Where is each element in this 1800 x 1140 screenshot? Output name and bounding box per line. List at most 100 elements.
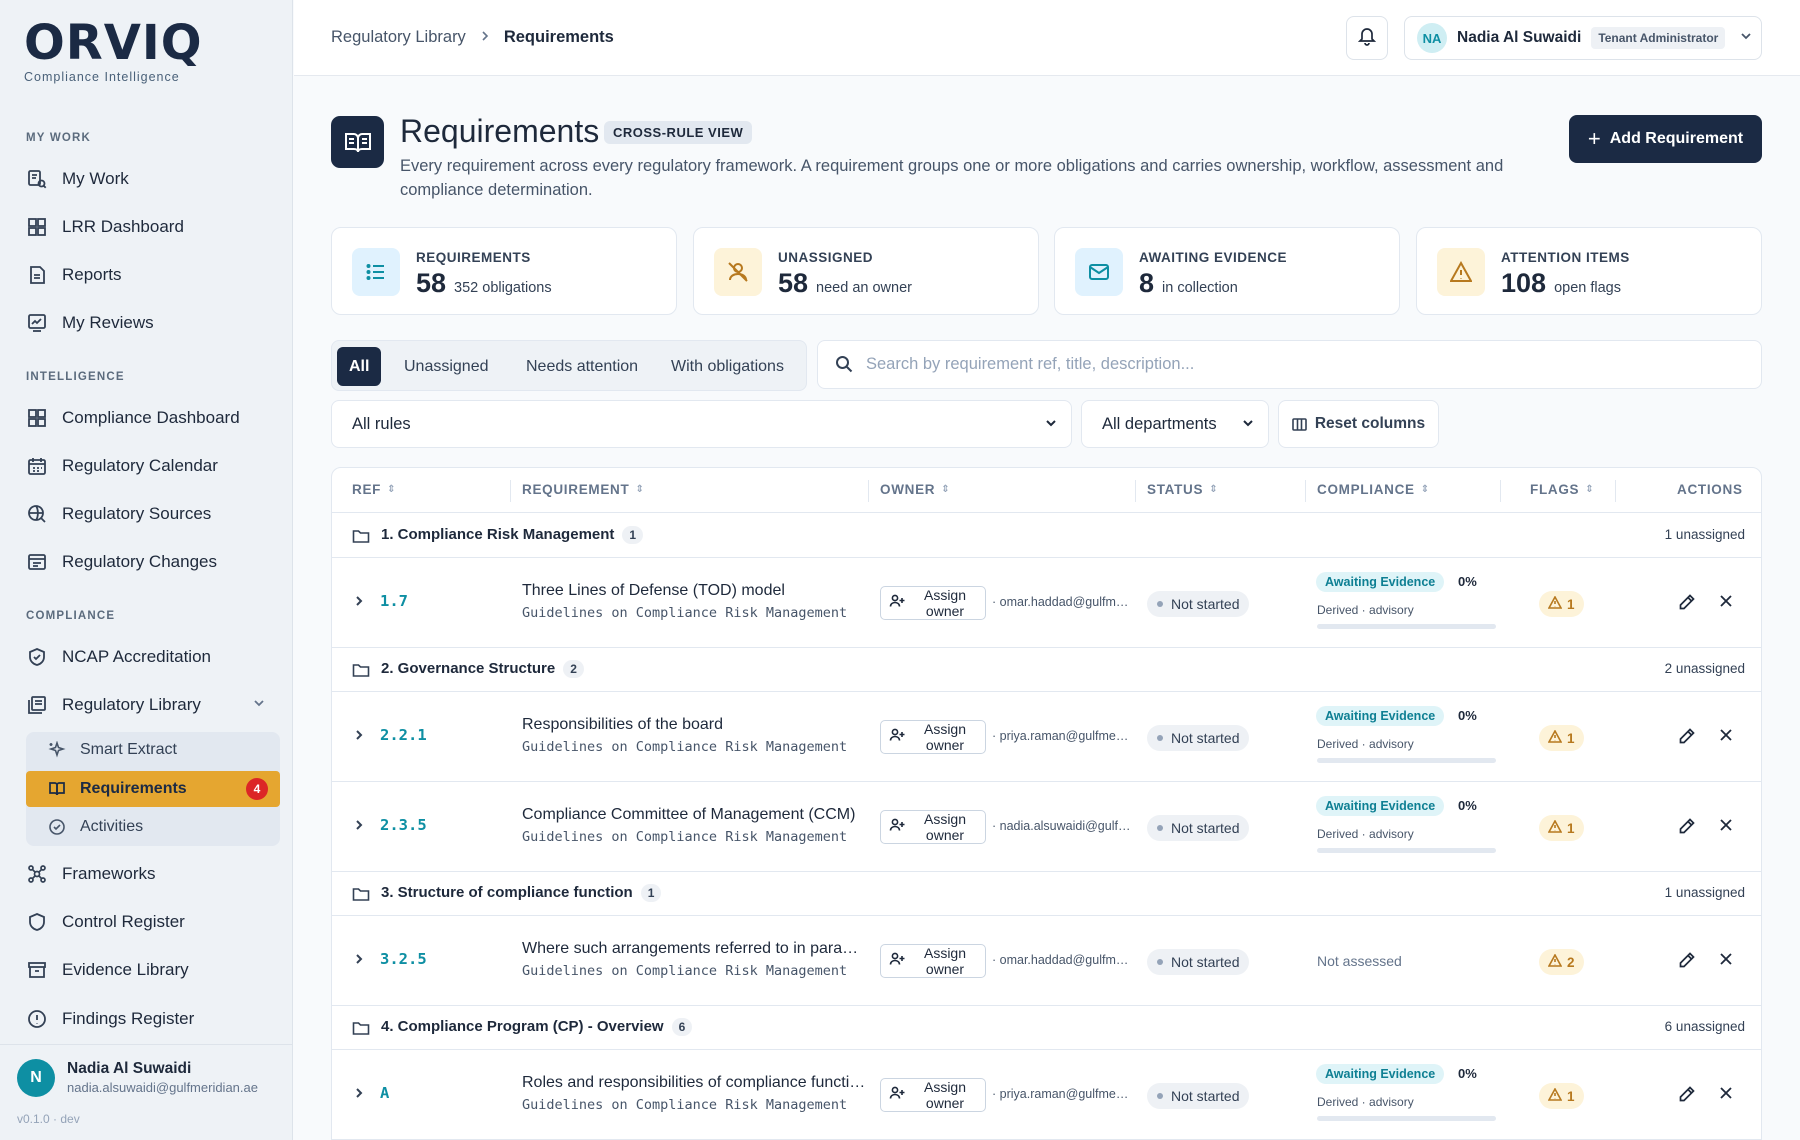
sidebar-subitem-requirements[interactable]: Requirements 4 bbox=[26, 771, 280, 807]
chevron-right-icon[interactable] bbox=[354, 728, 364, 747]
sidebar-item-control-register[interactable]: Control Register bbox=[26, 904, 276, 940]
flags-badge[interactable]: 2 bbox=[1539, 949, 1584, 975]
sidebar-item-reports[interactable]: Reports bbox=[26, 257, 276, 293]
chevron-right-icon[interactable] bbox=[354, 818, 364, 837]
edit-icon[interactable] bbox=[1678, 593, 1696, 616]
compliance-progress bbox=[1317, 624, 1496, 629]
edit-icon[interactable] bbox=[1678, 817, 1696, 840]
requirement-title[interactable]: Roles and responsibilities of compliance… bbox=[522, 1074, 867, 1092]
reset-columns-button[interactable]: Reset columns bbox=[1278, 400, 1439, 448]
chevron-down-icon[interactable] bbox=[252, 696, 266, 715]
sidebar-item-regulatory-library[interactable]: Regulatory Library bbox=[26, 687, 276, 723]
sidebar-item-my-reviews[interactable]: My Reviews bbox=[26, 305, 276, 341]
page-title: Requirements bbox=[400, 113, 600, 149]
flags-badge[interactable]: 1 bbox=[1539, 1083, 1584, 1109]
stat-card-unassigned[interactable]: UNASSIGNED 58 need an owner bbox=[693, 227, 1039, 315]
flags-badge[interactable]: 1 bbox=[1539, 815, 1584, 841]
flags-badge[interactable]: 1 bbox=[1539, 591, 1584, 617]
stat-card-requirements[interactable]: REQUIREMENTS 58 352 obligations bbox=[331, 227, 677, 315]
table-row[interactable]: 2.3.5 Compliance Committee of Management … bbox=[332, 782, 1761, 872]
tab-all[interactable]: All bbox=[337, 347, 382, 386]
column-flags[interactable]: FLAGS ⇕ bbox=[1530, 482, 1594, 497]
stat-card-attention-items[interactable]: ATTENTION ITEMS 108 open flags bbox=[1416, 227, 1762, 315]
assign-owner-button[interactable]: Assign owner bbox=[880, 720, 986, 754]
status-badge: Not started bbox=[1147, 725, 1250, 751]
sidebar-item-compliance-dashboard[interactable]: Compliance Dashboard bbox=[26, 400, 276, 436]
sidebar-item-findings-register[interactable]: Findings Register bbox=[26, 1001, 276, 1037]
sidebar-item-evidence-library[interactable]: Evidence Library bbox=[26, 952, 276, 988]
group-row[interactable]: 1. Compliance Risk Management 1 1 unassign… bbox=[332, 514, 1761, 558]
group-row[interactable]: 2. Governance Structure 2 2 unassigned bbox=[332, 648, 1761, 692]
requirement-ref[interactable]: 2.3.5 bbox=[380, 816, 427, 834]
table-row[interactable]: 2.2.1 Responsibilities of the board Guidel… bbox=[332, 692, 1761, 782]
assign-owner-button[interactable]: Assign owner bbox=[880, 586, 986, 620]
departments-select[interactable]: All departments bbox=[1081, 400, 1269, 448]
avatar: N bbox=[17, 1059, 55, 1097]
requirement-ref[interactable]: 2.2.1 bbox=[380, 726, 427, 744]
sidebar-item-lrr-dashboard[interactable]: LRR Dashboard bbox=[26, 209, 276, 245]
column-ref[interactable]: REF ⇕ bbox=[352, 482, 396, 497]
sidebar-item-regulatory-changes[interactable]: Regulatory Changes bbox=[26, 544, 276, 580]
close-icon[interactable] bbox=[1718, 727, 1734, 748]
requirement-title[interactable]: Responsibilities of the board bbox=[522, 716, 867, 734]
sidebar-item-regulatory-sources[interactable]: Regulatory Sources bbox=[26, 496, 276, 532]
table-row[interactable]: 3.2.5 Where such arrangements referred to… bbox=[332, 916, 1761, 1006]
column-requirement[interactable]: REQUIREMENT ⇕ bbox=[522, 482, 645, 497]
group-row[interactable]: 3. Structure of compliance function 1 1 un… bbox=[332, 872, 1761, 916]
sidebar-item-regulatory-calendar[interactable]: Regulatory Calendar bbox=[26, 448, 276, 484]
edit-icon[interactable] bbox=[1678, 1085, 1696, 1108]
close-icon[interactable] bbox=[1718, 1085, 1734, 1106]
close-icon[interactable] bbox=[1718, 593, 1734, 614]
assign-owner-button[interactable]: Assign owner bbox=[880, 810, 986, 844]
close-icon[interactable] bbox=[1718, 951, 1734, 972]
group-count-badge: 1 bbox=[640, 884, 662, 902]
group-name: 1. Compliance Risk Management 1 bbox=[381, 526, 644, 544]
brand-logo[interactable]: ORVIQ Compliance Intelligence bbox=[24, 18, 203, 84]
requirement-ref[interactable]: A bbox=[380, 1084, 389, 1102]
search-input[interactable] bbox=[866, 342, 1746, 387]
sidebar-item-ncap-accreditation[interactable]: NCAP Accreditation bbox=[26, 639, 276, 675]
requirement-title[interactable]: Where such arrangements referred to in p… bbox=[522, 940, 867, 958]
sidebar-subitem-activities[interactable]: Activities bbox=[26, 809, 280, 845]
group-name: 2. Governance Structure 2 bbox=[381, 660, 584, 678]
requirement-ref[interactable]: 1.7 bbox=[380, 592, 408, 610]
close-icon[interactable] bbox=[1718, 817, 1734, 838]
view-badge: CROSS-RULE VIEW bbox=[604, 121, 753, 144]
edit-icon[interactable] bbox=[1678, 727, 1696, 750]
sidebar-item-frameworks[interactable]: Frameworks bbox=[26, 856, 276, 892]
sidebar-item-my-work[interactable]: My Work bbox=[26, 161, 276, 197]
chevron-right-icon[interactable] bbox=[354, 594, 364, 613]
table-row[interactable]: 1.7 Three Lines of Defense (TOD) model Gui… bbox=[332, 558, 1761, 648]
chevron-right-icon[interactable] bbox=[354, 1086, 364, 1105]
column-divider bbox=[1135, 480, 1136, 502]
user-menu[interactable]: NA Nadia Al Suwaidi Tenant Administrator bbox=[1404, 16, 1762, 60]
breadcrumb-regulatory-library[interactable]: Regulatory Library bbox=[331, 28, 466, 47]
sidebar-subitem-smart-extract[interactable]: Smart Extract bbox=[26, 732, 280, 768]
table-row[interactable]: A Roles and responsibilities of complianc… bbox=[332, 1050, 1761, 1140]
edit-icon[interactable] bbox=[1678, 951, 1696, 974]
sidebar-user[interactable]: N Nadia Al Suwaidi nadia.alsuwaidi@gulfm… bbox=[0, 1044, 293, 1140]
sidebar: ORVIQ Compliance Intelligence MY WORK My… bbox=[0, 0, 293, 1140]
tab-needs-attention[interactable]: Needs attention bbox=[514, 347, 650, 386]
assign-owner-button[interactable]: Assign owner bbox=[880, 944, 986, 978]
add-requirement-button[interactable]: + Add Requirement bbox=[1569, 115, 1762, 163]
column-compliance[interactable]: COMPLIANCE ⇕ bbox=[1317, 482, 1430, 497]
stat-card-awaiting-evidence[interactable]: AWAITING EVIDENCE 8 in collection bbox=[1054, 227, 1400, 315]
flags-badge[interactable]: 1 bbox=[1539, 725, 1584, 751]
alert-circle-icon bbox=[26, 1008, 48, 1030]
status-label: Not started bbox=[1171, 1088, 1240, 1104]
column-owner[interactable]: OWNER ⇕ bbox=[880, 482, 950, 497]
requirement-ref[interactable]: 3.2.5 bbox=[380, 950, 427, 968]
requirement-title[interactable]: Compliance Committee of Management (CCM) bbox=[522, 806, 867, 824]
requirement-title[interactable]: Three Lines of Defense (TOD) model bbox=[522, 582, 867, 600]
group-row[interactable]: 4. Compliance Program (CP) - Overview 6 6 … bbox=[332, 1006, 1761, 1050]
app-version: v0.1.0 · dev bbox=[17, 1112, 80, 1126]
group-unassigned-count: 1 unassigned bbox=[1664, 885, 1745, 900]
tab-unassigned[interactable]: Unassigned bbox=[392, 347, 501, 386]
rules-select[interactable]: All rules bbox=[331, 400, 1072, 448]
tab-with-obligations[interactable]: With obligations bbox=[659, 347, 796, 386]
assign-owner-button[interactable]: Assign owner bbox=[880, 1078, 986, 1112]
notifications-button[interactable] bbox=[1346, 16, 1388, 60]
column-status[interactable]: STATUS ⇕ bbox=[1147, 482, 1218, 497]
chevron-right-icon[interactable] bbox=[354, 952, 364, 971]
